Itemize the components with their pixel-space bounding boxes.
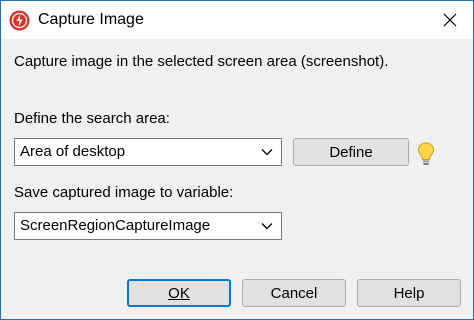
capture-image-dialog: Capture Image Capture image in the selec…: [0, 0, 474, 320]
variable-dropdown[interactable]: ScreenRegionCaptureImage: [14, 212, 282, 240]
close-button[interactable]: [433, 5, 467, 35]
window-title: Capture Image: [38, 11, 144, 28]
chevron-down-icon: [261, 223, 273, 230]
ok-button[interactable]: OK: [127, 279, 231, 307]
lightbulb-icon[interactable]: [416, 141, 436, 167]
search-area-dropdown[interactable]: Area of desktop: [14, 138, 282, 166]
cancel-button-label: Cancel: [270, 284, 318, 302]
ok-button-label: OK: [168, 284, 190, 302]
define-button[interactable]: Define: [293, 138, 409, 166]
close-icon: [443, 13, 457, 27]
help-button[interactable]: Help: [357, 279, 461, 307]
cancel-button[interactable]: Cancel: [242, 279, 346, 307]
lightning-icon: [9, 10, 30, 31]
search-area-value: Area of desktop: [20, 143, 126, 160]
variable-label: Save captured image to variable:: [14, 184, 234, 201]
search-area-label: Define the search area:: [14, 110, 170, 127]
help-button-label: Help: [393, 284, 425, 302]
dialog-body: Capture image in the selected screen are…: [1, 39, 473, 319]
title-bar[interactable]: Capture Image: [1, 1, 473, 39]
chevron-down-icon: [261, 149, 273, 156]
variable-value: ScreenRegionCaptureImage: [20, 217, 211, 234]
dialog-description: Capture image in the selected screen are…: [14, 53, 389, 70]
